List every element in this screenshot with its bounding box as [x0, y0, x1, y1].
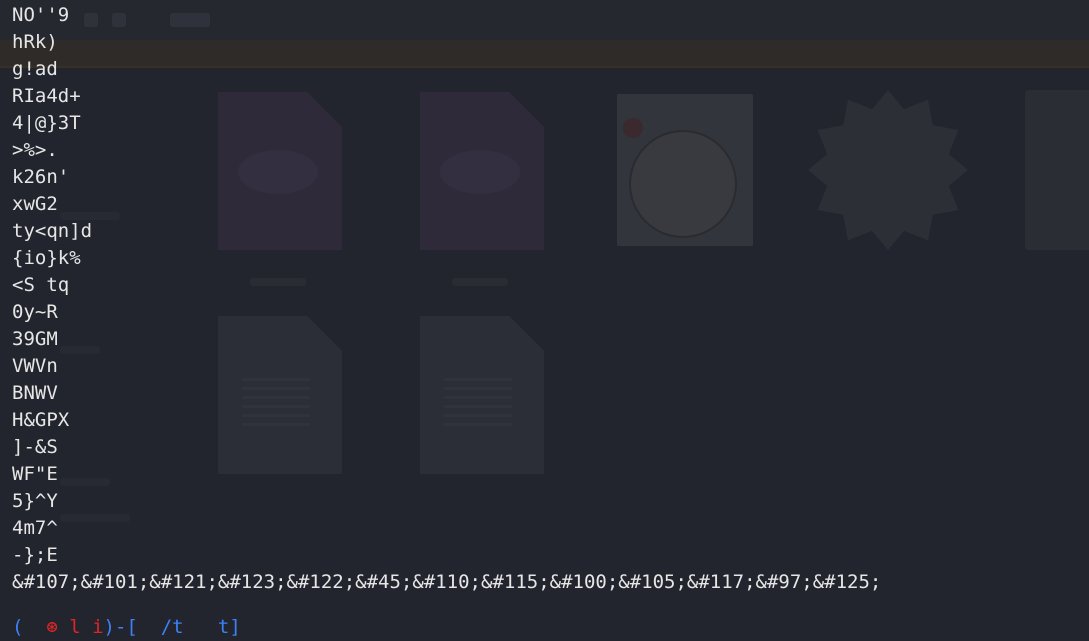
- terminal-output-line: VWVn: [12, 355, 58, 377]
- prompt-user-host: ⊛ l i: [23, 616, 104, 638]
- terminal-output-line: g!ad: [12, 58, 58, 80]
- prompt-open-paren: (: [12, 616, 24, 638]
- terminal-output-line: 4|@}3T: [12, 112, 81, 134]
- terminal-output-line: RIa4d+: [12, 85, 81, 107]
- terminal-output-line: <S tq: [12, 274, 70, 296]
- terminal-output-line: k26n': [12, 166, 70, 188]
- shell-prompt: ( ⊛ l i)-[ /t t]: [12, 614, 241, 641]
- terminal-output-line: WF"E: [12, 463, 58, 485]
- terminal-output-line: >%>.: [12, 139, 58, 161]
- terminal-output-line: NO''9: [12, 4, 70, 26]
- terminal-output-line: 0y~R: [12, 301, 58, 323]
- terminal-output-line: ]-&S: [12, 436, 58, 458]
- terminal-output-line: ty<qn]d: [12, 220, 93, 242]
- prompt-directory: -[ /t t]: [114, 616, 241, 638]
- terminal-output-line: 4m7^: [12, 517, 58, 539]
- terminal-output-line: BNWV: [12, 382, 58, 404]
- terminal-output-line: -};E: [12, 544, 58, 566]
- terminal-output-line: hRk): [12, 31, 58, 53]
- terminal-output-line: xwG2: [12, 193, 58, 215]
- terminal-window[interactable]: NO''9 hRk) g!ad RIa4d+ 4|@}3T >%>. k26n' xwG2 ty…: [0, 0, 1089, 638]
- terminal-output-line: {io}k%: [12, 247, 81, 269]
- terminal-output-line: H&GPX: [12, 409, 70, 431]
- terminal-output-line: 39GM: [12, 328, 58, 350]
- terminal-output-line: 5}^Y: [12, 490, 58, 512]
- encoded-output-line: &#107;&#101;&#121;&#123;&#122;&#45;&#110…: [12, 571, 882, 593]
- prompt-close-paren: ): [103, 616, 115, 638]
